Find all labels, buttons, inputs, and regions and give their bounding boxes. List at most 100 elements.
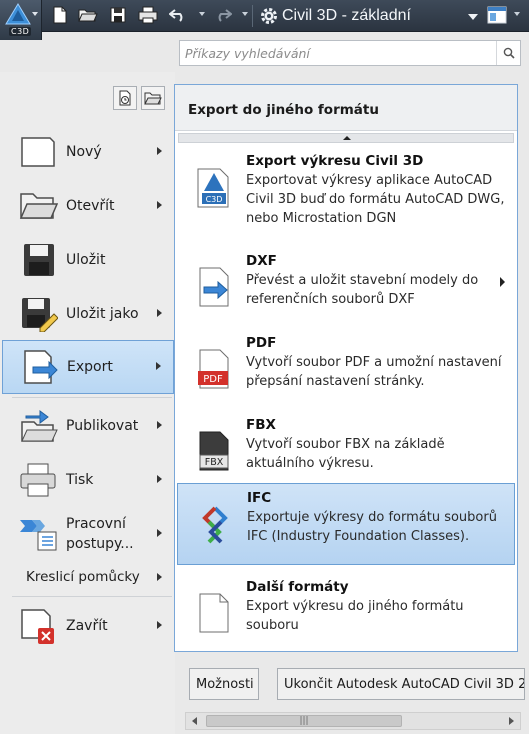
application-menu-button[interactable]: C3D <box>0 0 42 40</box>
scroll-up-button[interactable] <box>178 133 514 143</box>
menu-item-label-line1: Pracovní <box>66 516 126 532</box>
save-icon <box>24 244 54 276</box>
horizontal-scrollbar[interactable]: ||| <box>185 712 521 730</box>
submenu-item-description: Vytvoří soubor FBX na základě aktuálního… <box>246 437 445 471</box>
submenu-arrow-icon <box>157 573 162 581</box>
redo-icon[interactable] <box>213 5 233 25</box>
save-icon[interactable] <box>108 5 128 25</box>
civil3d-export-icon: C3D <box>197 168 229 208</box>
export-icon <box>24 350 58 384</box>
civil3d-logo-icon <box>5 3 31 25</box>
undo-icon[interactable] <box>168 5 188 25</box>
app-menu-caret-icon <box>32 12 38 16</box>
open-icon[interactable] <box>78 5 98 25</box>
undo-dropdown-icon[interactable] <box>199 12 205 16</box>
submenu-item-title: Další formáty <box>246 579 349 595</box>
export-submenu-panel: Export do jiného formátu C3D Export výkr… <box>174 84 518 652</box>
submenu-title: Export do jiného formátu <box>175 85 517 131</box>
menu-item-publish[interactable]: Publikovat <box>2 400 174 452</box>
search-commands-box[interactable] <box>179 40 521 66</box>
menu-item-label: Uložit jako <box>66 306 139 322</box>
open-folder-icon <box>19 193 58 219</box>
menu-item-workflows[interactable]: Pracovní postupy... <box>2 508 174 560</box>
submenu-item-ifc[interactable]: IFC Exportuje výkresy do formátu souborů… <box>177 483 515 565</box>
publish-icon <box>21 410 58 442</box>
submenu-item-fbx[interactable]: FBX FBX Vytvoří soubor FBX na základě ak… <box>177 411 515 491</box>
app-badge: C3D <box>9 27 32 36</box>
submenu-item-title: DXF <box>246 253 277 269</box>
chevron-down-icon <box>468 14 478 20</box>
menu-item-close[interactable]: Zavřít <box>2 600 174 652</box>
menu-item-export[interactable]: Export <box>2 340 174 394</box>
submenu-item-title: Export výkresu Civil 3D <box>246 153 424 169</box>
open-documents-icon[interactable] <box>141 86 165 110</box>
submenu-item-description: Export výkresu do jiného formátu souboru <box>246 599 464 633</box>
submenu-item-title: PDF <box>246 335 277 351</box>
menu-item-print[interactable]: Tisk <box>2 454 174 506</box>
scrollbar-thumb[interactable]: ||| <box>206 715 402 727</box>
menu-item-label: Tisk <box>66 472 94 488</box>
menu-item-label: Kreslicí pomůcky <box>26 569 140 585</box>
submenu-item-description: Exportovat výkresy aplikace AutoCAD Civi… <box>246 173 505 226</box>
recent-documents-icon[interactable] <box>113 86 137 110</box>
save-as-icon <box>22 298 58 332</box>
icon-text: C3D <box>206 195 223 204</box>
submenu-item-description: Exportuje výkresy do formátu souborů IFC… <box>247 510 497 544</box>
options-button[interactable]: Možnosti <box>189 668 259 700</box>
menu-item-save[interactable]: Uložit <box>2 234 174 286</box>
close-document-icon <box>21 609 54 644</box>
other-formats-icon <box>199 593 229 633</box>
menu-divider <box>12 397 172 398</box>
menu-item-open[interactable]: Otevřít <box>2 180 174 232</box>
redo-dropdown-icon[interactable] <box>242 12 248 16</box>
submenu-arrow-icon <box>500 277 505 287</box>
toolbar-divider <box>252 5 253 27</box>
workflows-icon <box>20 520 57 551</box>
new-icon[interactable] <box>50 5 70 25</box>
menu-item-save-as[interactable]: Uložit jako <box>2 288 174 340</box>
menu-item-drawing-utilities[interactable]: Kreslicí pomůcky <box>2 562 174 592</box>
menu-divider <box>12 596 172 597</box>
exit-application-button[interactable]: Ukončit Autodesk AutoCAD Civil 3D 20 <box>277 668 525 700</box>
fbx-icon: FBX <box>199 431 229 471</box>
dxf-export-icon <box>199 267 229 307</box>
quick-access-toolbar: C3D Civil 3D - základní <box>0 0 529 40</box>
submenu-arrow-icon <box>157 421 162 429</box>
menu-item-label: Nový <box>66 144 102 160</box>
search-icon[interactable] <box>496 41 520 65</box>
customize-toolbar-dropdown-icon[interactable] <box>514 12 520 16</box>
menu-item-label: Export <box>67 359 113 375</box>
submenu-item-civil3d-export[interactable]: C3D Export výkresu Civil 3D Exportovat v… <box>177 147 515 227</box>
new-file-icon <box>21 137 55 167</box>
submenu-item-description: Převést a uložit stavební modely do refe… <box>246 273 479 307</box>
gear-icon <box>261 8 277 24</box>
workspace-switcher[interactable]: Civil 3D - základní <box>256 3 484 29</box>
workspace-layout-icon[interactable] <box>486 5 508 25</box>
ifc-icon <box>202 506 228 544</box>
submenu-item-other-formats[interactable]: Další formáty Export výkresu do jiného f… <box>177 573 515 653</box>
submenu-arrow-icon <box>157 529 162 537</box>
menu-item-label-line2: postupy... <box>66 536 134 552</box>
chevron-up-icon <box>343 136 351 140</box>
icon-text: PDF <box>203 374 223 385</box>
scroll-right-icon[interactable] <box>509 717 514 725</box>
menu-item-new[interactable]: Nový <box>2 126 174 178</box>
print-icon <box>20 463 56 497</box>
search-input[interactable] <box>180 41 490 65</box>
submenu-arrow-icon <box>157 475 162 483</box>
submenu-arrow-icon <box>157 147 162 155</box>
submenu-item-title: FBX <box>246 417 276 433</box>
plot-icon[interactable] <box>138 5 158 25</box>
scroll-left-icon[interactable] <box>192 717 197 725</box>
menu-item-label: Publikovat <box>66 418 139 434</box>
icon-text: FBX <box>205 457 224 468</box>
pdf-icon: PDF <box>198 349 229 389</box>
workspace-name: Civil 3D - základní <box>282 7 411 24</box>
submenu-item-title: IFC <box>247 490 272 506</box>
submenu-arrow-icon <box>156 362 161 370</box>
submenu-item-dxf[interactable]: DXF Převést a uložit stavební modely do … <box>177 247 515 327</box>
submenu-item-pdf[interactable]: PDF PDF Vytvoří soubor PDF a umožní nast… <box>177 329 515 409</box>
submenu-arrow-icon <box>157 621 162 629</box>
submenu-item-description: Vytvoří soubor PDF a umožní nastavení př… <box>246 355 502 389</box>
menu-item-label: Zavřít <box>66 618 108 634</box>
